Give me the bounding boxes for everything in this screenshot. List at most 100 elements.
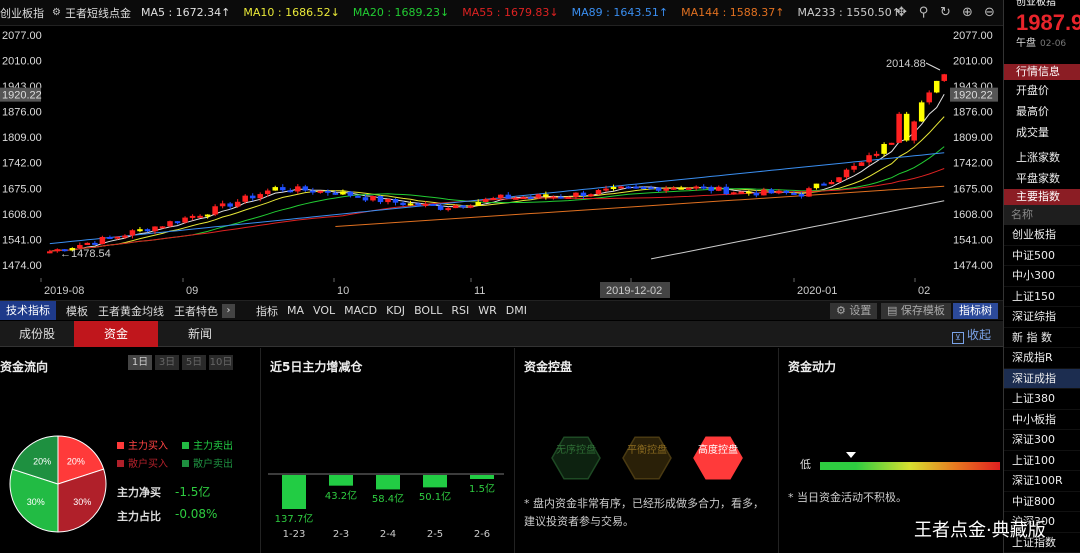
candle-body — [332, 192, 339, 195]
index-name: 创业板指 — [0, 6, 44, 20]
candle-body — [836, 177, 842, 182]
candle-body — [580, 192, 587, 197]
day-1-button[interactable]: 1日 — [128, 355, 152, 370]
y-tick-left: 1608.00 — [2, 209, 42, 221]
zoom-out-icon[interactable]: ⊖ — [982, 5, 997, 20]
control-hexagons — [551, 436, 743, 480]
increase-bar-label: 58.4亿 — [371, 494, 405, 506]
ma-value-0: MA5 : 1672.34↑ — [140, 6, 231, 19]
y-tick-left: 1809.00 — [2, 132, 42, 144]
y-tick-left: 1541.00 — [2, 234, 42, 246]
index-list-item[interactable]: 上证100 — [1004, 451, 1080, 471]
x-tick: 10 — [337, 285, 349, 297]
ma-value-3: MA55 : 1679.83↓ — [462, 6, 559, 19]
save-icon: ▤ — [887, 304, 901, 317]
net-buy-label: 主力净买 — [117, 486, 161, 499]
indicator-name[interactable]: 王者短线点金 — [65, 5, 131, 21]
candle-body — [723, 186, 730, 195]
more-arrow-icon[interactable]: › — [222, 303, 235, 318]
index-list-item[interactable]: 深证300 — [1004, 430, 1080, 451]
index-list-item[interactable]: 创业板指 — [1004, 225, 1080, 246]
settings-label: 设置 — [849, 304, 872, 317]
candle-body — [933, 80, 940, 93]
candle-body — [325, 190, 331, 193]
zoom-icon[interactable]: ⚲ — [916, 5, 931, 20]
watermark: 王者点金·典藏版 — [914, 520, 1046, 541]
candle-body — [370, 195, 376, 201]
indicator-vol[interactable]: VOL — [313, 304, 335, 317]
day-range-selector: 1日 3日 5日 10日 — [128, 355, 233, 370]
tab-news[interactable]: 新闻 — [158, 321, 242, 347]
special-button[interactable]: 王者特色 — [174, 303, 218, 319]
move-icon[interactable]: ✥ — [894, 5, 909, 20]
candle-body — [137, 229, 143, 232]
info-row-1: 最高价 — [1016, 105, 1049, 118]
candle-body — [144, 229, 151, 232]
candle-body — [851, 165, 857, 170]
candle-body — [445, 208, 451, 211]
ma-value-6: MA233 : 1550.50↑ — [797, 6, 901, 19]
refresh-icon[interactable]: ↻ — [938, 5, 953, 20]
control-note: * 盘内资金非常有序，已经形成做多合力，看多，建议投资者参与交易。 — [524, 497, 764, 528]
index-list-item[interactable]: 新 指 数 — [1004, 328, 1080, 348]
day-5-button[interactable]: 5日 — [182, 355, 206, 370]
increase-bar-label: 1.5亿 — [469, 484, 495, 495]
tech-indicator-tab[interactable]: 技术指标 — [0, 301, 56, 320]
candle-body — [550, 196, 557, 199]
indicator-dmi[interactable]: DMI — [506, 304, 527, 317]
golden-ma-button[interactable]: 王者黄金均线 — [98, 303, 164, 319]
indicator-tree-button[interactable]: 指标树 — [953, 303, 998, 319]
indicator-wr[interactable]: WR — [478, 304, 497, 317]
increase-bar — [282, 475, 306, 509]
collapse-button[interactable]: ⊻ 收起 — [951, 326, 991, 344]
candle-body — [513, 197, 519, 200]
main-index-header[interactable]: 主要指数 — [1004, 189, 1080, 205]
pie-label: 30% — [27, 497, 45, 507]
index-list-item[interactable]: 深证100R — [1004, 471, 1080, 492]
index-list-item[interactable]: 中证500 — [1004, 246, 1080, 266]
quote-info-header[interactable]: 行情信息 — [1004, 64, 1080, 80]
zoom-in-icon[interactable]: ⊕ — [960, 5, 975, 20]
template-button[interactable]: 模板 — [66, 303, 88, 319]
kline-chart[interactable]: 2077.00 2077.00 2010.00 2010.00 1943.00 1943.… — [0, 26, 1003, 300]
index-list-item[interactable]: 深证成指 — [1004, 368, 1080, 389]
ma-value-1: MA10 : 1686.52↓ — [243, 6, 340, 19]
tab-funds[interactable]: 资金 — [74, 321, 158, 347]
candle-body — [828, 181, 835, 185]
save-template-button[interactable]: ▤ 保存模板 — [881, 303, 951, 319]
candle-body — [272, 187, 279, 191]
day-10-button[interactable]: 10日 — [209, 355, 233, 370]
tab-constituents[interactable]: 成份股 — [0, 321, 74, 347]
max-price-label: 2014.88 — [886, 58, 926, 70]
candle-body — [295, 186, 301, 192]
indicator-kdj[interactable]: KDJ — [386, 304, 405, 317]
index-list-item[interactable]: 中证800 — [1004, 492, 1080, 512]
kline-svg[interactable]: 2077.00 2077.002010.00 2010.001943.00 1943.… — [0, 26, 1003, 300]
index-list-item[interactable]: 深成指R — [1004, 348, 1080, 369]
hex-label-disorder: 无序控盘 — [556, 445, 596, 456]
candle-body — [655, 187, 662, 191]
index-list-item[interactable]: 上证380 — [1004, 389, 1080, 410]
candle-body — [189, 215, 196, 218]
candle-body — [670, 187, 677, 190]
settings-button[interactable]: ⚙ 设置 — [830, 303, 878, 319]
index-list-item[interactable]: 深证综指 — [1004, 307, 1080, 328]
indicator-ma[interactable]: MA — [287, 304, 304, 317]
candle-body — [99, 236, 106, 245]
index-list-item[interactable]: 中小板指 — [1004, 410, 1080, 430]
indicator-settings-icon[interactable]: ⚙ — [52, 7, 61, 18]
y-tick-left: 2010.00 — [2, 55, 42, 67]
index-list-item[interactable]: 上证150 — [1004, 287, 1080, 307]
candle-body — [355, 195, 361, 198]
candle-body — [903, 113, 910, 141]
max-arrow — [925, 62, 941, 71]
candle-body — [422, 203, 429, 206]
day-3-button[interactable]: 3日 — [155, 355, 179, 370]
y-tick-left: 1742.00 — [2, 158, 42, 170]
ma-line-ma89 — [49, 152, 945, 245]
indicator-boll[interactable]: BOLL — [414, 304, 442, 317]
indicator-macd[interactable]: MACD — [344, 304, 377, 317]
ma-legend-bar: 创业板指 ⚙ 王者短线点金 MA5 : 1672.34↑ MA10 : 1686.… — [0, 0, 1003, 26]
indicator-rsi[interactable]: RSI — [451, 304, 469, 317]
index-list-item[interactable]: 中小300 — [1004, 266, 1080, 287]
